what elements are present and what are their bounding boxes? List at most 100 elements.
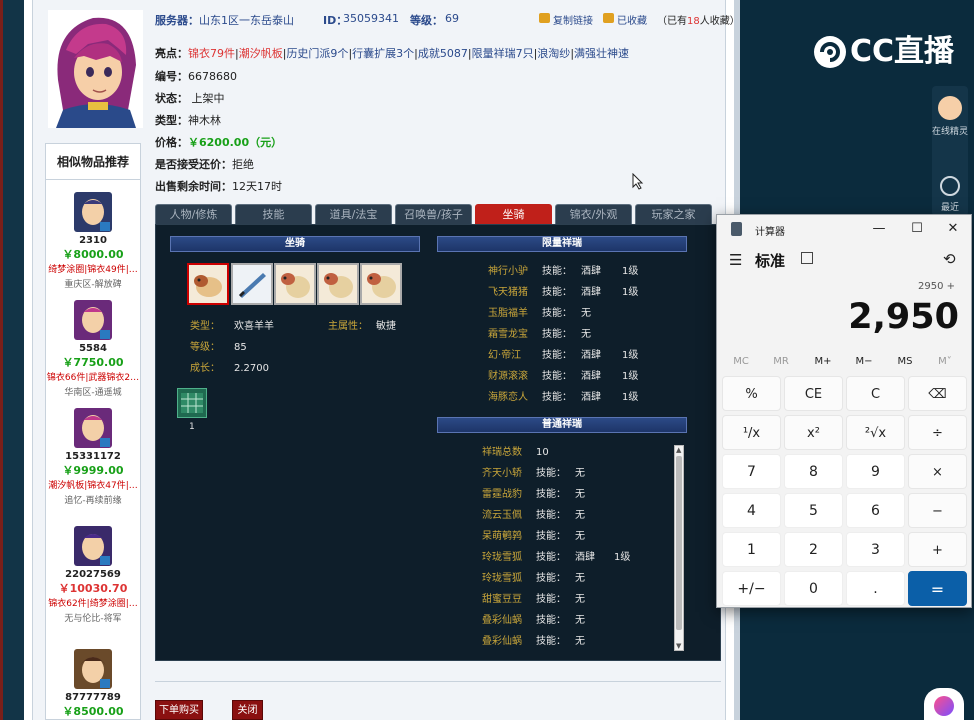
similar-item[interactable]: 2310 ￥8000.00 绮梦涂圈|锦衣49件|… 重庆区-解放碑 xyxy=(46,192,140,290)
similar-items-panel: 相似物品推荐 2310 ￥8000.00 绮梦涂圈|锦衣49件|… 重庆区-解放… xyxy=(45,143,141,720)
copy-link-icon[interactable] xyxy=(539,13,550,23)
similar-item[interactable]: 87777789 ￥8500.00 xyxy=(46,649,140,719)
memory-clear-button[interactable]: MC xyxy=(721,356,761,367)
xiangrui-skill-label: 技能： xyxy=(536,468,566,479)
limited-row: 霜雪龙宝 技能： 无 xyxy=(488,325,591,345)
similar-item[interactable]: 5584 ￥7750.00 锦衣66件|武器锦衣2… 华南区-通遥城 xyxy=(46,300,140,398)
folder-icon[interactable] xyxy=(603,13,614,23)
memory-list-button[interactable]: M˅ xyxy=(925,356,965,367)
maximize-icon[interactable]: ☐ xyxy=(907,220,927,238)
memory-store-button[interactable]: MS xyxy=(885,356,925,367)
tab-summons[interactable]: 召唤兽/孩子 xyxy=(395,204,472,224)
clock-icon[interactable] xyxy=(940,176,960,196)
tab-skills[interactable]: 技能 xyxy=(235,204,312,224)
digit-6-button[interactable]: 6 xyxy=(846,493,905,528)
xiangrui-skill: 酒肆 xyxy=(575,552,595,563)
clear-button[interactable]: C xyxy=(846,376,905,411)
similar-item-id: 22027569 xyxy=(65,569,121,580)
similar-item[interactable]: 15331172 ￥9999.00 潮汐帆板|锦衣47件|… 追忆-再续前缘 xyxy=(46,408,140,506)
divide-button[interactable]: ÷ xyxy=(908,415,967,450)
mount-slot-sheep[interactable] xyxy=(187,263,229,305)
calculator-expression: 2950 + xyxy=(917,281,955,292)
mount-slot-horse-3[interactable] xyxy=(360,263,402,305)
clear-entry-button[interactable]: CE xyxy=(784,376,843,411)
normal-header: 普通祥瑞 xyxy=(437,417,687,433)
decimal-button[interactable]: . xyxy=(846,571,905,606)
online-sprite-icon[interactable] xyxy=(938,96,962,120)
similar-item-id: 15331172 xyxy=(65,451,121,462)
negate-button[interactable]: +/− xyxy=(722,571,781,606)
server-value: 山东1区一东岳泰山 xyxy=(199,14,294,27)
mount-attr-value: 敏捷 xyxy=(376,321,396,332)
digit-3-button[interactable]: 3 xyxy=(846,532,905,567)
hamburger-menu-icon[interactable]: ☰ xyxy=(729,251,742,269)
scroll-up-icon[interactable]: ▲ xyxy=(676,446,681,454)
similar-item-avatar[interactable] xyxy=(74,649,112,689)
similar-item-server: 无与伦比-将军 xyxy=(64,614,122,624)
mount-slot-sword[interactable] xyxy=(231,263,273,305)
calculator-window: 计算器 — ☐ ✕ ☰ 标准 ⟲ 2950 + 2,950 MC MR M+ M… xyxy=(716,214,972,608)
tab-items[interactable]: 道具/法宝 xyxy=(315,204,392,224)
xiangrui-skill-label: 技能： xyxy=(542,371,572,382)
tab-outfits[interactable]: 锦衣/外观 xyxy=(555,204,632,224)
tab-home[interactable]: 玩家之家 xyxy=(635,204,712,224)
similar-item-avatar[interactable] xyxy=(74,192,112,232)
memory-recall-button[interactable]: MR xyxy=(761,356,801,367)
add-button[interactable]: + xyxy=(908,532,967,567)
equals-button[interactable]: = xyxy=(908,571,967,606)
recent-label[interactable]: 最近 xyxy=(932,200,968,213)
normal-total-value: 10 xyxy=(536,447,549,458)
digit-2-button[interactable]: 2 xyxy=(784,532,843,567)
mount-slot-horse-1[interactable] xyxy=(274,263,316,305)
similar-item[interactable]: 22027569 ￥10030.70 锦衣62件|绮梦涂圈|… 无与伦比-将军 xyxy=(46,526,140,624)
digit-4-button[interactable]: 4 xyxy=(722,493,781,528)
scroll-down-icon[interactable]: ▼ xyxy=(676,642,681,650)
digit-8-button[interactable]: 8 xyxy=(784,454,843,489)
online-sprite-label[interactable]: 在线精灵 xyxy=(932,126,968,139)
xiangrui-name: 甜蜜豆豆 xyxy=(482,594,522,605)
square-root-button[interactable]: ²√x xyxy=(846,415,905,450)
similar-item-server: 重庆区-解放碑 xyxy=(64,280,122,290)
reciprocal-button[interactable]: ¹/x xyxy=(722,415,781,450)
tab-mount[interactable]: 坐骑 xyxy=(475,204,552,224)
xiangrui-skill: 酒肆 xyxy=(581,287,601,298)
mount-item-icon[interactable] xyxy=(177,388,207,418)
mount-type-value: 欢喜羊羊 xyxy=(234,321,274,332)
assistant-bubble[interactable] xyxy=(924,688,964,720)
digit-0-button[interactable]: 0 xyxy=(784,571,843,606)
highlight-tag: 浪淘纱 xyxy=(537,47,571,60)
copy-link[interactable]: 复制链接 xyxy=(553,12,593,27)
normal-row: 呆萌鹌鹑 技能： 无 xyxy=(482,527,585,547)
minimize-icon[interactable]: — xyxy=(869,220,889,238)
xiangrui-level: 1级 xyxy=(614,552,631,563)
memory-add-button[interactable]: M+ xyxy=(803,356,843,367)
backspace-button[interactable]: ⌫ xyxy=(908,376,967,411)
brain-icon[interactable] xyxy=(934,696,954,716)
mount-slot-horse-2[interactable] xyxy=(317,263,359,305)
history-icon[interactable]: ⟲ xyxy=(943,250,956,268)
scrollbar-thumb[interactable] xyxy=(676,456,682,630)
square-button[interactable]: x² xyxy=(784,415,843,450)
normal-list-scrollbar[interactable]: ▲ ▼ xyxy=(674,445,684,651)
favorited-link[interactable]: 已收藏 xyxy=(617,12,647,27)
keep-on-top-icon[interactable] xyxy=(801,252,813,264)
remaining-label: 出售剩余时间： xyxy=(155,180,232,193)
digit-5-button[interactable]: 5 xyxy=(784,493,843,528)
similar-item-avatar[interactable] xyxy=(74,300,112,340)
memory-subtract-button[interactable]: M− xyxy=(844,356,884,367)
digit-1-button[interactable]: 1 xyxy=(722,532,781,567)
tab-character[interactable]: 人物/修炼 xyxy=(155,204,232,224)
buy-button[interactable]: 下单购买 xyxy=(155,700,203,720)
similar-item-avatar[interactable] xyxy=(74,526,112,566)
mount-type-row: 类型： 欢喜羊羊 xyxy=(190,317,274,337)
digit-9-button[interactable]: 9 xyxy=(846,454,905,489)
multiply-button[interactable]: × xyxy=(908,454,967,489)
character-avatar xyxy=(48,10,143,128)
close-button[interactable]: 关闭 xyxy=(232,700,263,720)
subtract-button[interactable]: − xyxy=(908,493,967,528)
percent-button[interactable]: % xyxy=(722,376,781,411)
calculator-titlebar[interactable]: 计算器 — ☐ ✕ xyxy=(717,215,971,243)
digit-7-button[interactable]: 7 xyxy=(722,454,781,489)
similar-item-avatar[interactable] xyxy=(74,408,112,448)
close-icon[interactable]: ✕ xyxy=(943,220,963,238)
